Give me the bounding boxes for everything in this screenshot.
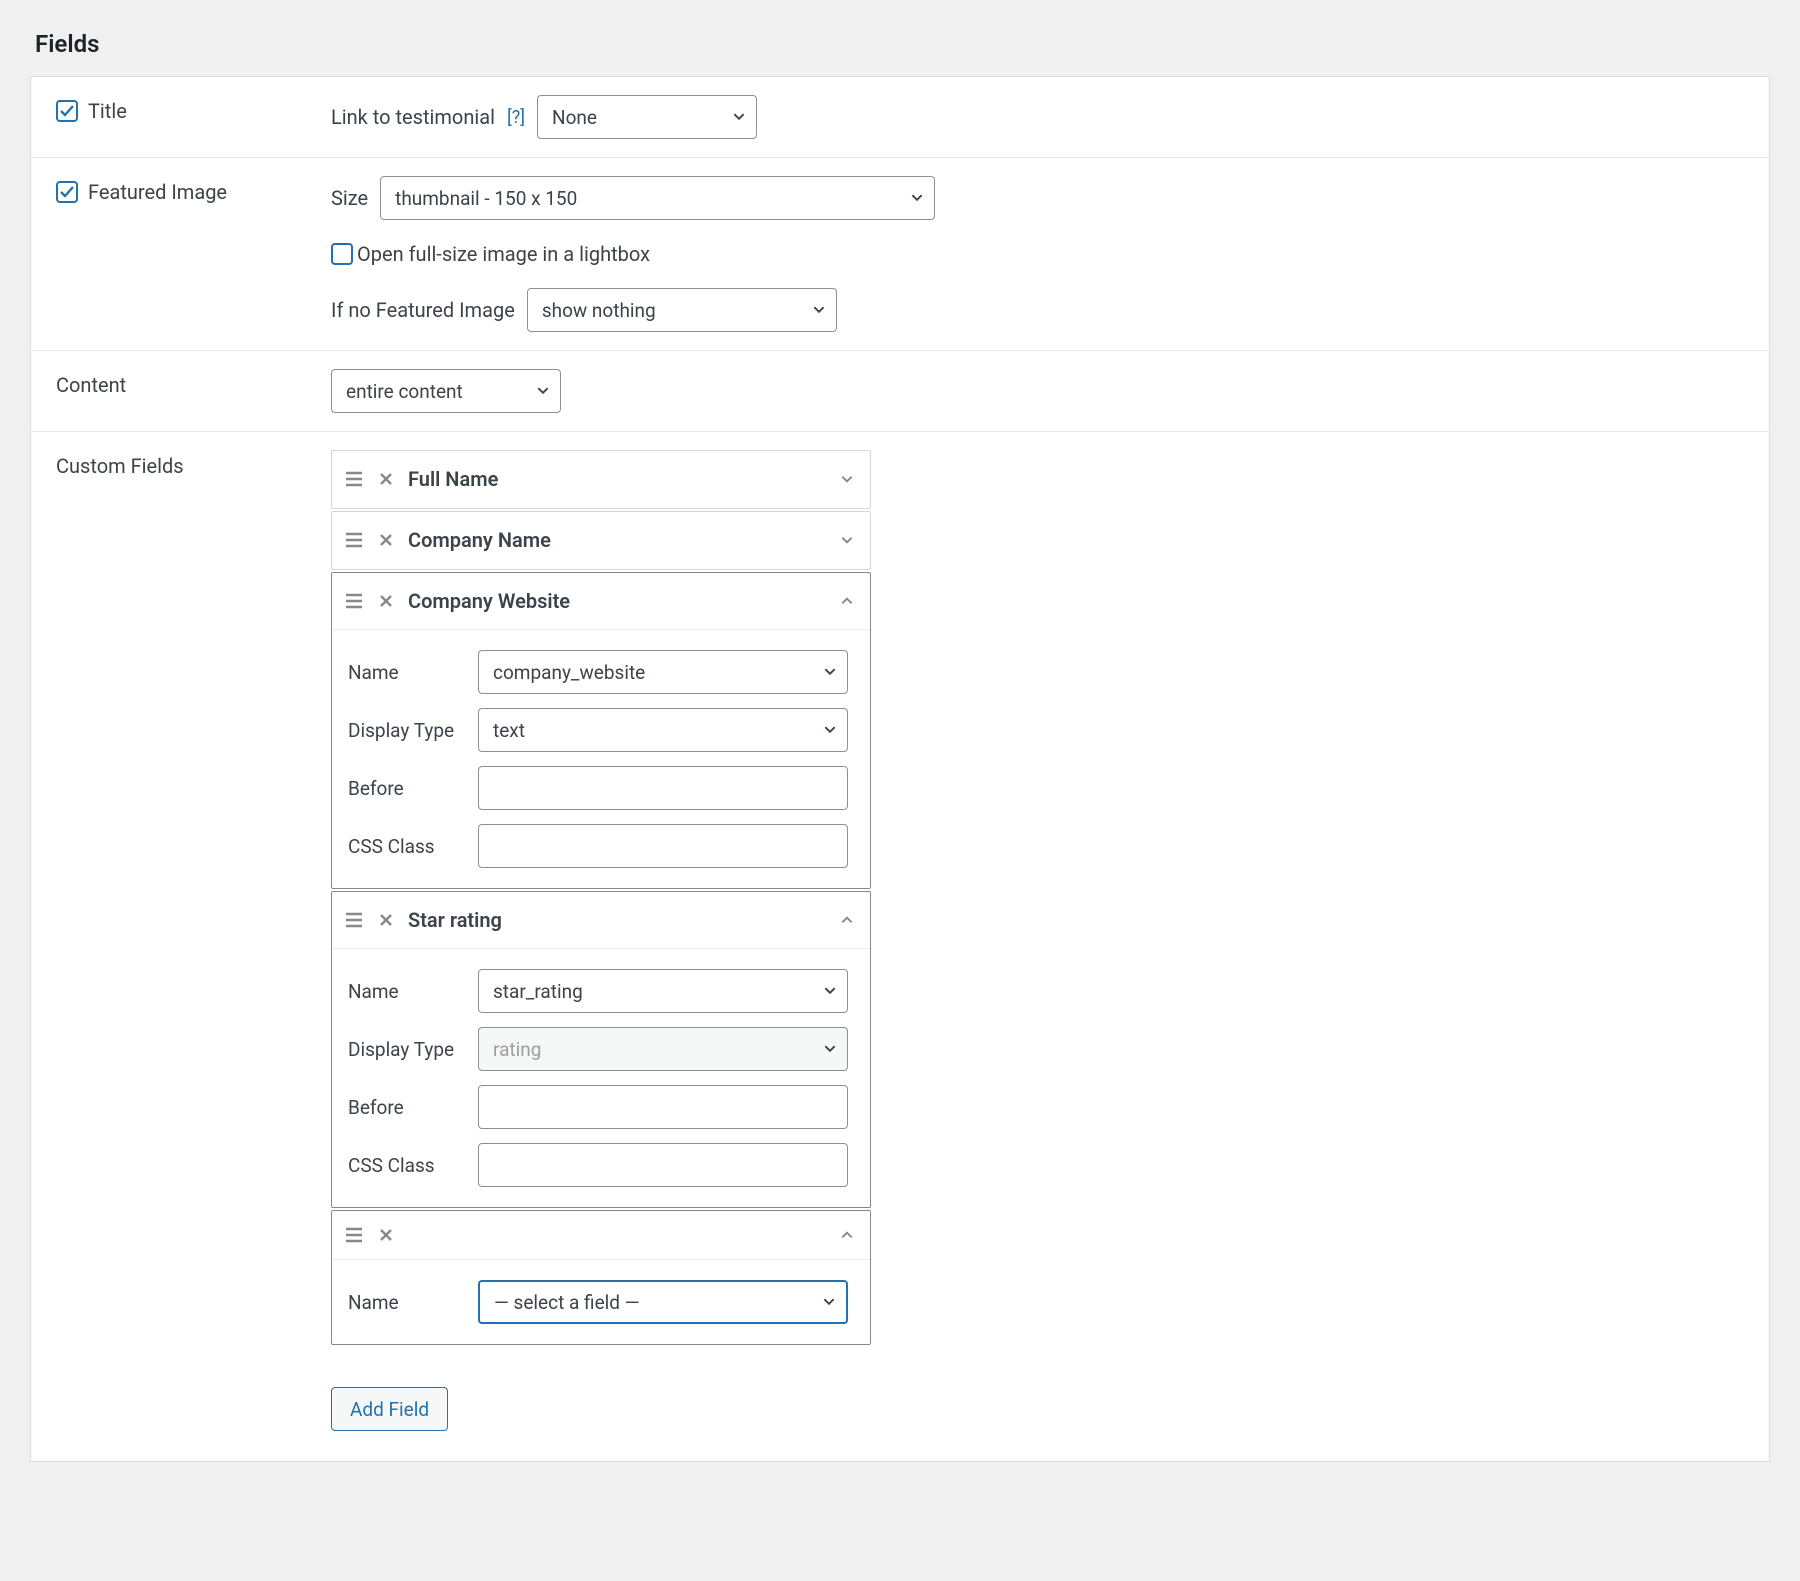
custom-field-item: Company Website Name company_website Displa… bbox=[331, 572, 871, 889]
custom-field-title: Full Name bbox=[408, 467, 826, 491]
chevron-down-icon bbox=[823, 719, 837, 742]
select-value: text bbox=[493, 719, 525, 742]
link-to-testimonial-select[interactable]: None bbox=[537, 95, 757, 139]
page-title: Fields bbox=[30, 30, 1770, 58]
custom-field-body: Name star_rating Display Type rating Before C… bbox=[332, 949, 870, 1207]
add-field-button[interactable]: Add Field bbox=[331, 1387, 448, 1431]
size-label: Size bbox=[331, 186, 368, 210]
name-label: Name bbox=[348, 661, 478, 684]
custom-fields-list: Full Name Company Name Company Website Name… bbox=[331, 450, 871, 1347]
chevron-down-icon[interactable] bbox=[840, 533, 854, 547]
if-no-featured-select[interactable]: show nothing bbox=[527, 288, 837, 332]
select-value: company_website bbox=[493, 661, 645, 684]
title-label: Title bbox=[88, 99, 127, 123]
remove-field-icon[interactable] bbox=[378, 532, 394, 548]
name-label: Name bbox=[348, 1291, 478, 1314]
select-value: rating bbox=[493, 1038, 541, 1061]
select-value: None bbox=[552, 106, 597, 129]
drag-handle-icon[interactable] bbox=[344, 532, 364, 548]
chevron-down-icon bbox=[910, 187, 924, 210]
remove-field-icon[interactable] bbox=[378, 1227, 394, 1243]
custom-field-title: Company Website bbox=[408, 589, 826, 613]
field-name-select[interactable]: star_rating bbox=[478, 969, 848, 1013]
custom-field-item: Full Name bbox=[331, 450, 871, 509]
remove-field-icon[interactable] bbox=[378, 593, 394, 609]
field-name-select[interactable]: company_website bbox=[478, 650, 848, 694]
select-value: — select a field — bbox=[494, 1291, 640, 1314]
fields-panel: Title Link to testimonial [?] None Featu… bbox=[30, 76, 1770, 1462]
drag-handle-icon[interactable] bbox=[344, 471, 364, 487]
custom-field-item: Star rating Name star_rating Display Type ra… bbox=[331, 891, 871, 1208]
help-icon[interactable]: [?] bbox=[507, 107, 525, 128]
title-checkbox[interactable] bbox=[56, 100, 78, 122]
drag-handle-icon[interactable] bbox=[344, 1227, 364, 1243]
drag-handle-icon[interactable] bbox=[344, 912, 364, 928]
before-label: Before bbox=[348, 777, 478, 800]
css-class-label: CSS Class bbox=[348, 835, 478, 858]
select-value: star_rating bbox=[493, 980, 583, 1003]
name-label: Name bbox=[348, 980, 478, 1003]
before-label: Before bbox=[348, 1096, 478, 1119]
content-select[interactable]: entire content bbox=[331, 369, 561, 413]
select-value: show nothing bbox=[542, 299, 656, 322]
custom-field-header[interactable]: Star rating bbox=[332, 892, 870, 949]
chevron-down-icon[interactable] bbox=[840, 472, 854, 486]
custom-field-header[interactable] bbox=[332, 1211, 870, 1260]
custom-fields-label: Custom Fields bbox=[56, 454, 184, 478]
before-input[interactable] bbox=[478, 1085, 848, 1129]
chevron-down-icon bbox=[823, 661, 837, 684]
drag-handle-icon[interactable] bbox=[344, 593, 364, 609]
custom-field-body: Name — select a field — bbox=[332, 1260, 870, 1344]
lightbox-checkbox[interactable] bbox=[331, 243, 353, 265]
chevron-down-icon bbox=[823, 1038, 837, 1061]
select-value: thumbnail - 150 x 150 bbox=[395, 187, 577, 210]
chevron-down-icon bbox=[812, 299, 826, 322]
lightbox-label: Open full-size image in a lightbox bbox=[357, 242, 650, 266]
featured-image-label: Featured Image bbox=[88, 180, 227, 204]
row-custom-fields: Custom Fields Full Name Company Name Compa… bbox=[31, 431, 1769, 1461]
css-class-input[interactable] bbox=[478, 824, 848, 868]
field-name-select[interactable]: — select a field — bbox=[478, 1280, 848, 1324]
chevron-up-icon[interactable] bbox=[840, 594, 854, 608]
custom-field-header[interactable]: Full Name bbox=[332, 451, 870, 508]
size-select[interactable]: thumbnail - 150 x 150 bbox=[380, 176, 935, 220]
remove-field-icon[interactable] bbox=[378, 912, 394, 928]
css-class-input[interactable] bbox=[478, 1143, 848, 1187]
custom-field-header[interactable]: Company Name bbox=[332, 512, 870, 569]
chevron-down-icon bbox=[536, 380, 550, 403]
chevron-down-icon bbox=[822, 1291, 836, 1314]
chevron-down-icon bbox=[732, 106, 746, 129]
row-title: Title Link to testimonial [?] None bbox=[31, 76, 1769, 157]
remove-field-icon[interactable] bbox=[378, 471, 394, 487]
chevron-up-icon[interactable] bbox=[840, 913, 854, 927]
display-type-select: rating bbox=[478, 1027, 848, 1071]
before-input[interactable] bbox=[478, 766, 848, 810]
content-label: Content bbox=[56, 373, 126, 397]
display-type-label: Display Type bbox=[348, 719, 478, 742]
featured-image-checkbox[interactable] bbox=[56, 181, 78, 203]
custom-field-body: Name company_website Display Type text Befor… bbox=[332, 630, 870, 888]
chevron-up-icon[interactable] bbox=[840, 1228, 854, 1242]
css-class-label: CSS Class bbox=[348, 1154, 478, 1177]
row-featured-image: Featured Image Size thumbnail - 150 x 15… bbox=[31, 157, 1769, 350]
custom-field-title: Company Name bbox=[408, 528, 826, 552]
chevron-down-icon bbox=[823, 980, 837, 1003]
display-type-select[interactable]: text bbox=[478, 708, 848, 752]
if-no-featured-label: If no Featured Image bbox=[331, 298, 515, 322]
select-value: entire content bbox=[346, 380, 463, 403]
custom-field-item: Name — select a field — bbox=[331, 1210, 871, 1345]
custom-field-title: Star rating bbox=[408, 908, 826, 932]
custom-field-header[interactable]: Company Website bbox=[332, 573, 870, 630]
row-content: Content entire content bbox=[31, 350, 1769, 431]
display-type-label: Display Type bbox=[348, 1038, 478, 1061]
link-to-testimonial-label: Link to testimonial bbox=[331, 105, 495, 129]
custom-field-item: Company Name bbox=[331, 511, 871, 570]
